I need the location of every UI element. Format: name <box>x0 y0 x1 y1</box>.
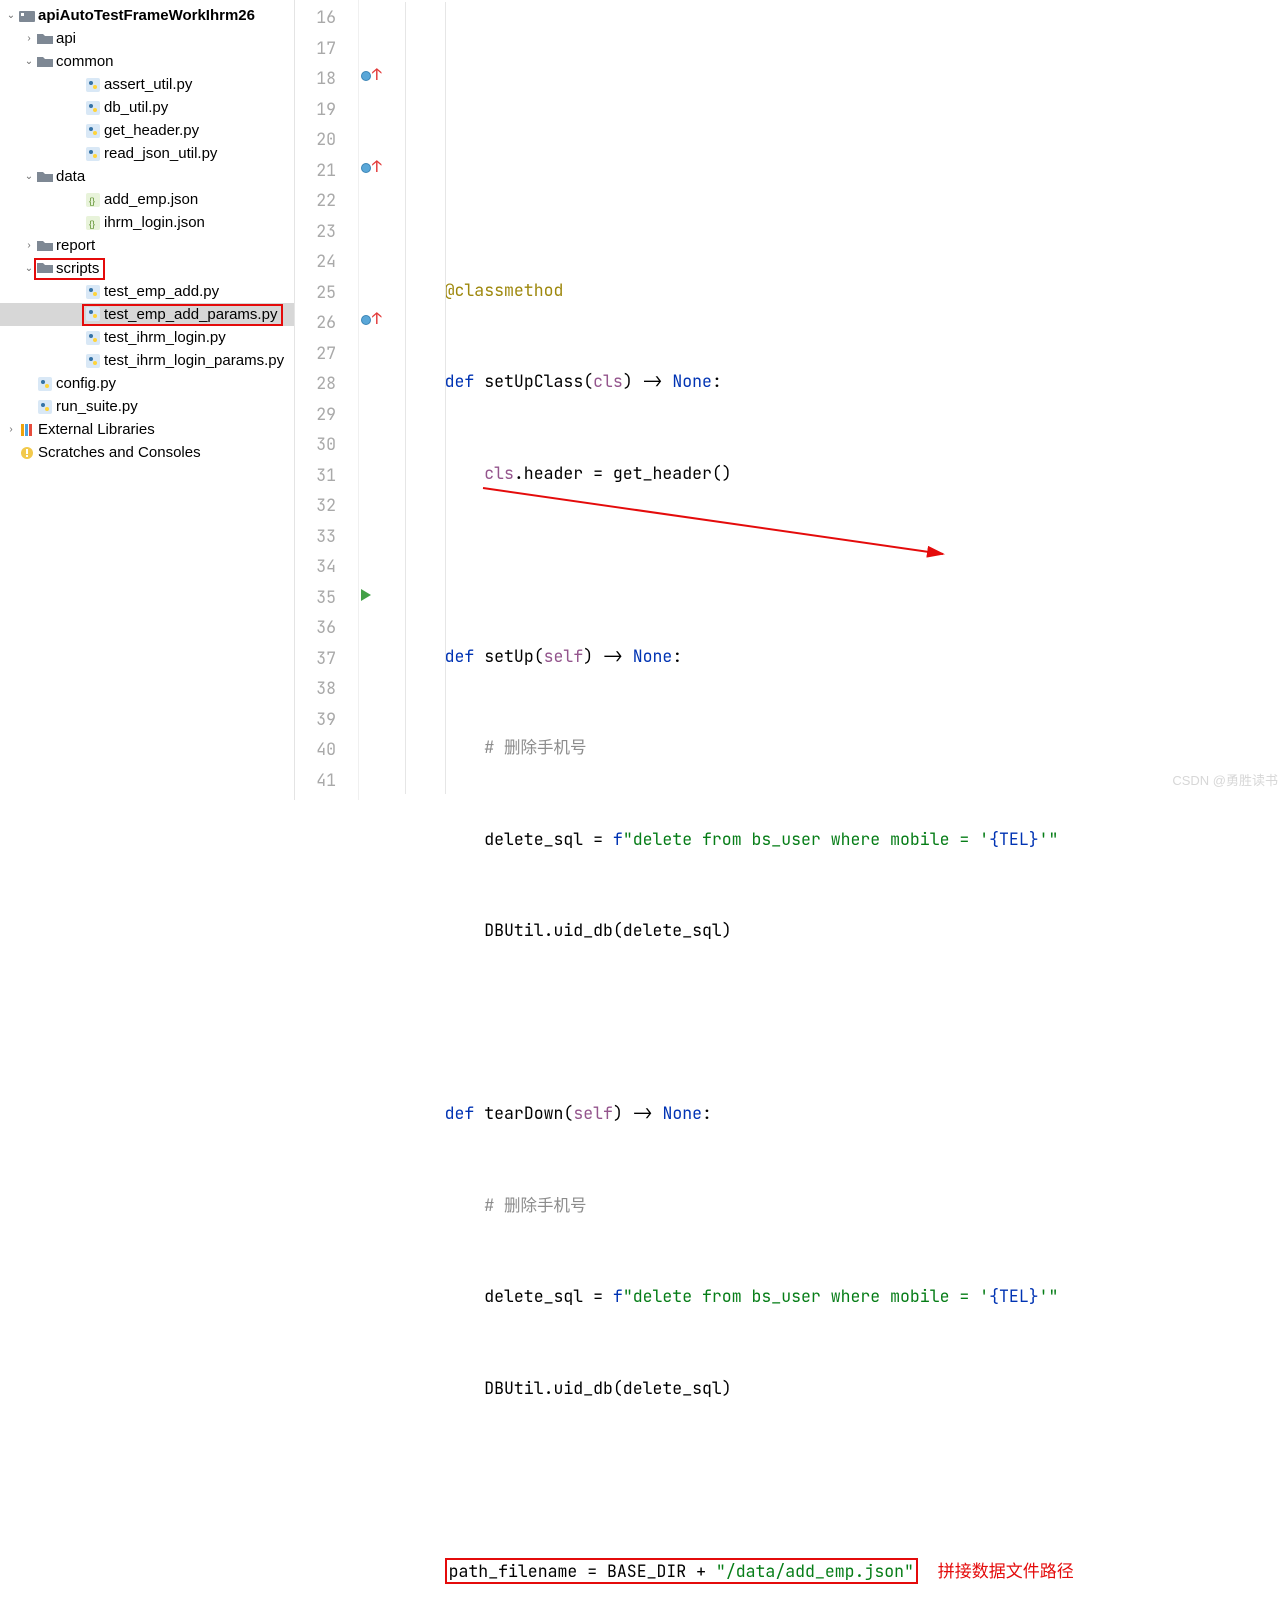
tree-folder-scripts[interactable]: ⌄ scripts <box>0 257 294 280</box>
tree-file[interactable]: db_util.py <box>0 96 294 119</box>
folder-icon <box>36 56 54 68</box>
chevron-down-icon: ⌄ <box>22 56 36 67</box>
decorator: @classmethod <box>445 279 564 301</box>
tree-folder-data[interactable]: ⌄ data <box>0 165 294 188</box>
tree-file-config[interactable]: config.py <box>0 372 294 395</box>
code-area[interactable]: @classmethod def setUpClass(cls) -> None… <box>387 0 1284 800</box>
tree-file[interactable]: {}ihrm_login.json <box>0 211 294 234</box>
tree-root-label: apiAutoTestFrameWorkIhrm26 <box>36 7 255 24</box>
svg-text:{}: {} <box>89 219 95 229</box>
scratches-icon <box>18 446 36 460</box>
folder-icon <box>36 262 54 274</box>
tree-file[interactable]: {}add_emp.json <box>0 188 294 211</box>
external-libraries[interactable]: › External Libraries <box>0 418 294 441</box>
tree-file-runsuite[interactable]: run_suite.py <box>0 395 294 418</box>
tree-file[interactable]: read_json_util.py <box>0 142 294 165</box>
svg-text:{}: {} <box>89 196 95 206</box>
python-file-icon <box>84 331 102 345</box>
python-file-icon <box>36 400 54 414</box>
folder-icon <box>36 240 54 252</box>
watermark: CSDN @勇胜读书 <box>1172 766 1278 797</box>
tree-file[interactable]: assert_util.py <box>0 73 294 96</box>
json-file-icon: {} <box>84 193 102 207</box>
chevron-down-icon: ⌄ <box>4 10 18 21</box>
chevron-right-icon: › <box>4 424 18 435</box>
python-file-icon <box>84 124 102 138</box>
tree-root[interactable]: ⌄ apiAutoTestFrameWorkIhrm26 <box>0 4 294 27</box>
json-file-icon: {} <box>84 216 102 230</box>
python-file-icon <box>84 147 102 161</box>
annotation-text-1: 拼接数据文件路径 <box>938 1562 1074 1581</box>
code-editor[interactable]: 1617181920212223242526272829303132333435… <box>295 0 1284 800</box>
chevron-down-icon: ⌄ <box>22 171 36 182</box>
gutter-marks: ↑↑↑ <box>359 0 387 800</box>
library-icon <box>18 423 36 437</box>
line-number-gutter: 1617181920212223242526272829303132333435… <box>295 0 359 800</box>
python-file-icon <box>84 354 102 368</box>
python-file-icon <box>84 78 102 92</box>
project-tree[interactable]: ⌄ apiAutoTestFrameWorkIhrm26 › api ⌄ com… <box>0 0 295 800</box>
folder-icon <box>36 171 54 183</box>
chevron-right-icon: › <box>22 33 36 44</box>
tree-file[interactable]: test_ihrm_login.py <box>0 326 294 349</box>
tree-file[interactable]: test_ihrm_login_params.py <box>0 349 294 372</box>
annotation-box-path: path_filename = BASE_DIR + "/data/add_em… <box>445 1558 918 1584</box>
tree-file[interactable]: test_emp_add.py <box>0 280 294 303</box>
tree-folder-api[interactable]: › api <box>0 27 294 50</box>
tree-file-selected[interactable]: test_emp_add_params.py <box>0 303 294 326</box>
folder-icon <box>36 33 54 45</box>
scratches-consoles[interactable]: Scratches and Consoles <box>0 441 294 464</box>
project-folder-icon <box>18 9 36 23</box>
tree-folder-report[interactable]: › report <box>0 234 294 257</box>
python-file-icon <box>84 285 102 299</box>
python-file-icon <box>84 307 102 321</box>
python-file-icon <box>36 377 54 391</box>
python-file-icon <box>84 101 102 115</box>
chevron-right-icon: › <box>22 240 36 251</box>
tree-folder-common[interactable]: ⌄ common <box>0 50 294 73</box>
tree-file[interactable]: get_header.py <box>0 119 294 142</box>
